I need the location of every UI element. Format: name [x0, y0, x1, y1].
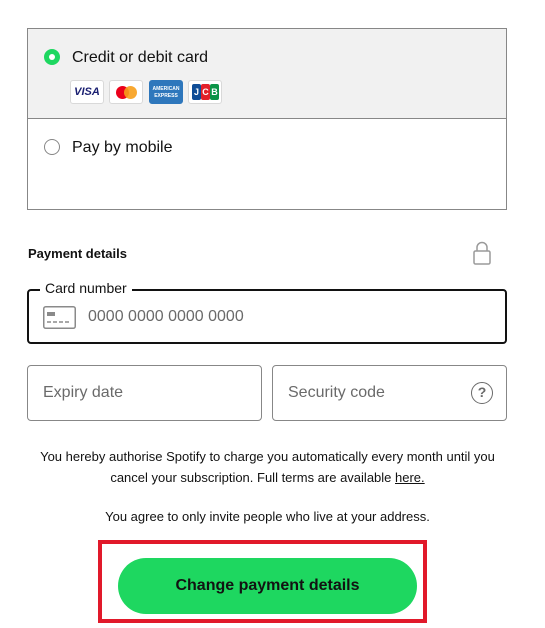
invite-notice: You agree to only invite people who live…: [105, 509, 430, 524]
payment-method-selector: Credit or debit card VISA AMERICAN EXPRE…: [27, 28, 507, 210]
terms-body: You hereby authorise Spotify to charge y…: [40, 449, 495, 485]
expiry-date-input[interactable]: [43, 381, 213, 405]
radio-selected-icon[interactable]: [44, 49, 60, 65]
mastercard-icon: [109, 80, 143, 104]
option-card-label: Credit or debit card: [72, 49, 209, 66]
credit-card-icon: [43, 306, 76, 329]
card-number-input[interactable]: [88, 305, 488, 329]
lock-icon: [473, 241, 491, 265]
security-code-input[interactable]: [288, 381, 458, 405]
visa-icon: VISA: [70, 80, 104, 104]
expiry-date-field[interactable]: [27, 365, 262, 421]
help-icon[interactable]: ?: [471, 382, 493, 404]
change-payment-details-button[interactable]: Change payment details: [118, 558, 417, 614]
american-express-icon: AMERICAN EXPRESS: [149, 80, 183, 104]
terms-text: You hereby authorise Spotify to charge y…: [25, 446, 510, 488]
option-credit-debit-card[interactable]: Credit or debit card VISA AMERICAN EXPRE…: [28, 29, 506, 119]
security-code-field[interactable]: ?: [272, 365, 507, 421]
jcb-icon: JCB: [188, 80, 222, 104]
terms-link[interactable]: here.: [395, 470, 425, 485]
card-number-label: Card number: [40, 280, 132, 296]
radio-unselected-icon[interactable]: [44, 139, 60, 155]
payment-details-heading: Payment details: [28, 246, 127, 261]
option-mobile-label[interactable]: Pay by mobile: [72, 139, 173, 157]
